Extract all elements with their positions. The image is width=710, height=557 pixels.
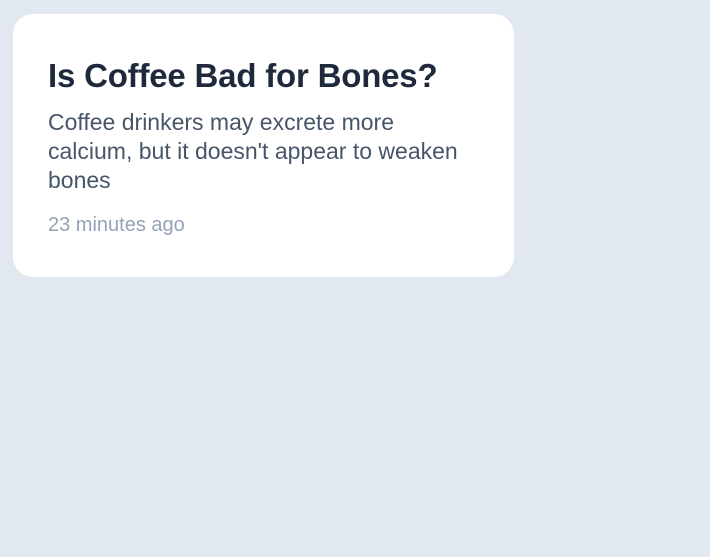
article-card[interactable]: Is Coffee Bad for Bones? Coffee drinkers… [13,14,514,277]
article-title[interactable]: Is Coffee Bad for Bones? [48,56,480,96]
article-summary: Coffee drinkers may excrete more calcium… [48,109,458,193]
article-timestamp: 23 minutes ago [48,214,185,236]
